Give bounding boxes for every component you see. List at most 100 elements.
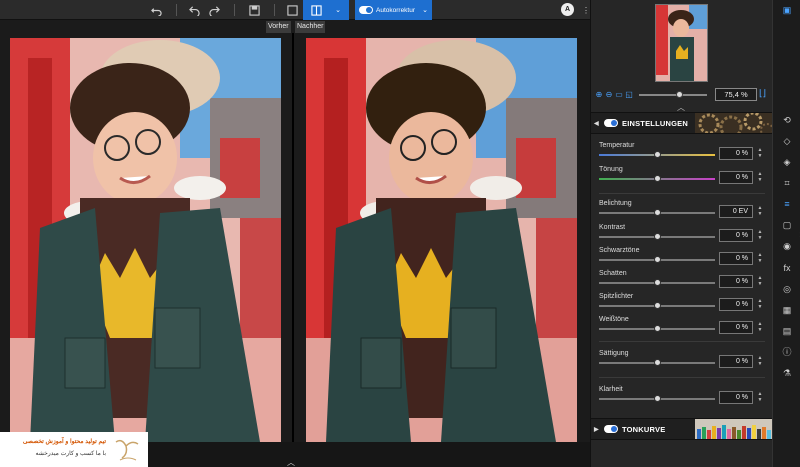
histogram-icon[interactable]: ⌊⌋	[759, 88, 766, 99]
slider-value-field[interactable]: 0 %	[719, 229, 753, 242]
toolbar-divider	[274, 4, 275, 16]
stepper-icon[interactable]: ▲ ▼	[756, 321, 764, 334]
autokorrektur-toggle[interactable]	[359, 6, 373, 14]
slider-value-field[interactable]: 0 %	[719, 275, 753, 288]
info-icon[interactable]: ⓘ	[780, 346, 794, 358]
flask-icon[interactable]: ⚗	[780, 367, 794, 379]
slider-knob[interactable]	[653, 233, 661, 240]
panel-icon[interactable]: ▣	[780, 4, 794, 16]
redo-icon[interactable]	[206, 2, 222, 18]
slider-track[interactable]	[599, 279, 715, 286]
slider-track[interactable]	[599, 359, 715, 366]
slider-label: Tönung	[599, 166, 623, 173]
autokorrektur-button[interactable]: Autokorrektur ⌄	[355, 0, 432, 20]
after-photo[interactable]	[306, 38, 577, 442]
watermark-logo: تیم تولید محتوا و آموزش تخصصی با ما کسب …	[0, 432, 148, 467]
slider-knob[interactable]	[653, 302, 661, 309]
slider-knob[interactable]	[653, 256, 661, 263]
zoom-value-field[interactable]: 75,4 %	[715, 88, 757, 101]
zoom-slider-knob[interactable]	[676, 91, 684, 98]
slider-track[interactable]	[599, 302, 715, 309]
bucket-icon[interactable]: ◈	[780, 156, 794, 168]
slider-group-divider	[599, 193, 765, 194]
slider-track[interactable]	[599, 256, 715, 263]
stepper-icon[interactable]: ▲ ▼	[756, 355, 764, 368]
eye-icon[interactable]: ◉	[780, 240, 794, 252]
grid-icon[interactable]: ▤	[780, 325, 794, 337]
save-icon[interactable]	[246, 2, 262, 18]
stepper-icon[interactable]: ▲ ▼	[756, 252, 764, 265]
slider-knob[interactable]	[653, 175, 661, 182]
slider-track[interactable]	[599, 233, 715, 240]
slider-row: Temperatur 0 % ▲ ▼	[599, 142, 765, 162]
chevron-right-icon[interactable]: ›	[794, 228, 800, 240]
slider-row: Belichtung 0 EV ▲ ▼	[599, 200, 765, 220]
caret-right-icon: ▶	[594, 426, 599, 433]
slider-row: Sättigung 0 % ▲ ▼	[599, 350, 765, 370]
slider-value-field[interactable]: 0 %	[719, 298, 753, 311]
adjustment-panel: ⊕ ⊖ ▭ ◱ 75,4 % ⌊⌋ ︿ ◀ EINSTELLUNGEN ▶ TO…	[590, 0, 773, 467]
slider-row: Weißtöne 0 % ▲ ▼	[599, 316, 765, 336]
slider-label: Schatten	[599, 270, 627, 277]
tonkurve-toggle[interactable]	[604, 425, 618, 433]
navigator-thumbnail[interactable]	[655, 4, 708, 82]
stepper-icon[interactable]: ▲ ▼	[756, 391, 764, 404]
fit-screen-icon[interactable]: ▭	[615, 91, 623, 99]
chevron-up-icon[interactable]: ︿	[287, 457, 295, 467]
slider-knob[interactable]	[653, 325, 661, 332]
slider-track[interactable]	[599, 175, 715, 182]
stepper-icon[interactable]: ▲ ▼	[756, 275, 764, 288]
einstellungen-toggle[interactable]	[604, 119, 618, 127]
slider-knob[interactable]	[653, 359, 661, 366]
single-view-icon[interactable]	[284, 2, 300, 18]
chevron-down-icon[interactable]: ⌄	[422, 6, 428, 14]
slider-value-field[interactable]: 0 %	[719, 321, 753, 334]
crop-rotate-icon[interactable]: ⟲	[780, 114, 794, 126]
slider-row: Schwarztöne 0 % ▲ ▼	[599, 247, 765, 267]
avatar[interactable]: A	[561, 3, 574, 16]
slider-row: Spitzlichter 0 % ▲ ▼	[599, 293, 765, 313]
stepper-icon[interactable]: ▲ ▼	[756, 205, 764, 218]
slider-knob[interactable]	[653, 279, 661, 286]
slider-knob[interactable]	[653, 395, 661, 402]
zoom-out-icon[interactable]: ⊖	[605, 91, 613, 99]
split-view-button[interactable]: ⌄	[303, 0, 349, 20]
frame-icon[interactable]: ▢	[780, 219, 794, 231]
slider-value-field[interactable]: 0 %	[719, 147, 753, 160]
slider-track[interactable]	[599, 395, 715, 402]
section-einstellungen[interactable]: ◀ EINSTELLUNGEN	[591, 112, 773, 134]
stepper-icon[interactable]: ▲ ▼	[756, 171, 764, 184]
stepper-icon[interactable]: ▲ ▼	[756, 147, 764, 160]
before-photo[interactable]	[10, 38, 281, 442]
zoom-in-icon[interactable]: ⊕	[595, 91, 603, 99]
section-tonkurve[interactable]: ▶ TONKURVE	[591, 418, 773, 440]
slider-value-field[interactable]: 0 %	[719, 355, 753, 368]
actual-size-icon[interactable]: ◱	[625, 91, 633, 99]
chevron-down-icon[interactable]: ⌄	[330, 2, 346, 18]
slider-value-field[interactable]: 0 %	[719, 171, 753, 184]
slider-track[interactable]	[599, 325, 715, 332]
slider-knob[interactable]	[653, 209, 661, 216]
stepper-icon[interactable]: ▲ ▼	[756, 298, 764, 311]
compare-divider[interactable]	[292, 33, 294, 467]
slider-group-divider	[599, 377, 765, 378]
stepper-icon[interactable]: ▲ ▼	[756, 229, 764, 242]
undo-all-icon[interactable]	[148, 2, 164, 18]
adjust-icon[interactable]: ≡	[780, 198, 794, 210]
slider-knob[interactable]	[653, 151, 661, 158]
fx-icon[interactable]: fx	[780, 262, 794, 274]
layers-icon[interactable]: ◎	[780, 283, 794, 295]
top-toolbar: ⌄ Autokorrektur ⌄ A ⋮	[0, 0, 590, 20]
slider-value-field[interactable]: 0 %	[719, 252, 753, 265]
zoom-slider[interactable]	[639, 91, 707, 98]
slider-track[interactable]	[599, 209, 715, 216]
texture-icon[interactable]: ▦	[780, 304, 794, 316]
slider-label: Belichtung	[599, 200, 632, 207]
crop-icon[interactable]: ⌗	[780, 177, 794, 189]
slider-track[interactable]	[599, 151, 715, 158]
watermark-signature-icon	[115, 439, 139, 461]
undo-icon[interactable]	[186, 2, 202, 18]
eraser-icon[interactable]: ◇	[780, 135, 794, 147]
slider-value-field[interactable]: 0 %	[719, 391, 753, 404]
slider-value-field[interactable]: 0 EV	[719, 205, 753, 218]
